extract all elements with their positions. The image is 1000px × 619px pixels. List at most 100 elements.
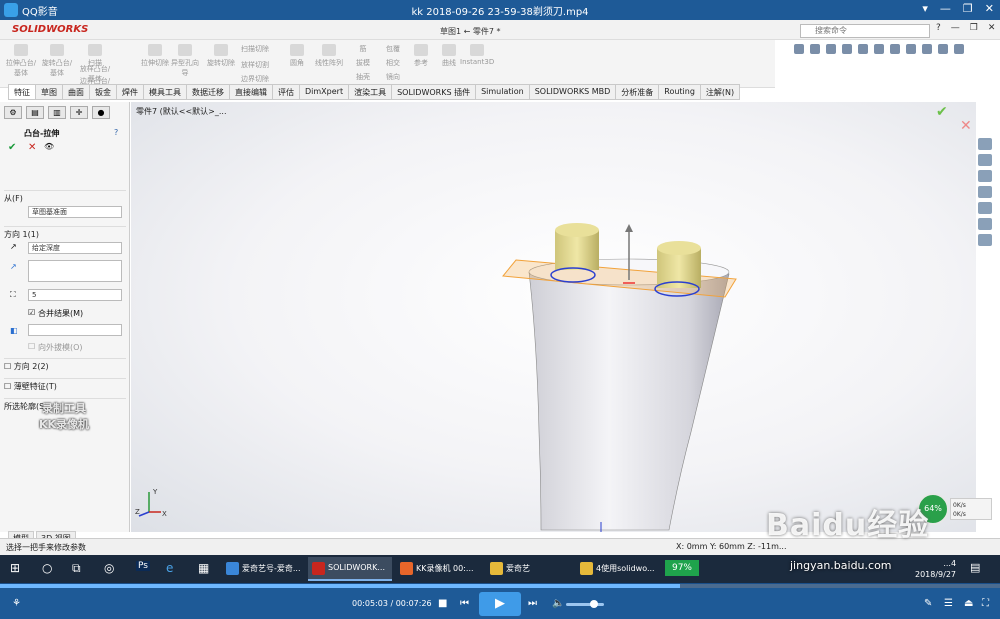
stop-icon[interactable]: ■	[438, 598, 447, 609]
confirm-cancel-icon[interactable]: ✕	[960, 118, 972, 134]
cancel-x-icon[interactable]: ✕	[28, 142, 36, 153]
next-icon[interactable]: ⏭	[528, 598, 537, 609]
taskbar-item-iqiyi-account[interactable]: 爱奇艺号-爱奇...	[222, 557, 304, 581]
volume-slider-knob[interactable]	[590, 600, 598, 608]
player-settings-icon[interactable]: ⚘	[12, 598, 21, 609]
revolve-cut-button[interactable]: 旋转切除	[204, 44, 238, 68]
app-icon-1[interactable]: ◎	[104, 561, 114, 575]
previous-icon[interactable]: ⏮	[460, 598, 469, 609]
direction-vector-field[interactable]	[28, 260, 122, 282]
ok-check-icon[interactable]: ✔	[8, 142, 16, 153]
sw-restore-icon[interactable]: ❐	[970, 23, 978, 33]
mirror-button[interactable]: 镜向	[376, 72, 410, 82]
tab-weldments[interactable]: 焊件	[117, 84, 144, 100]
playlist-icon[interactable]: ☰	[944, 598, 953, 609]
preview-eye-icon[interactable]: 👁	[44, 142, 54, 151]
loft-cut-button[interactable]: 放样切割	[238, 60, 272, 70]
sw-minimize-icon[interactable]: —	[951, 23, 960, 33]
close-icon[interactable]: ✕	[985, 2, 994, 15]
task-view-icon[interactable]: ⧉	[72, 561, 81, 576]
solidworks-logo[interactable]: SOLIDWORKS	[12, 24, 88, 35]
tab-routing[interactable]: Routing	[659, 84, 701, 100]
extrude-cut-button[interactable]: 拉伸切除	[138, 44, 172, 68]
linear-pattern-button[interactable]: 线性阵列	[312, 44, 346, 68]
start-button-icon[interactable]: ⊞	[10, 561, 20, 575]
taskbar-item-folder[interactable]: 4使用solidwo...	[576, 557, 660, 581]
draft-button[interactable]: 拔模	[346, 58, 380, 68]
minimize-icon[interactable]: —	[940, 2, 951, 15]
tab-evaluate[interactable]: 评估	[273, 84, 300, 100]
tab-direct-editing[interactable]: 直接编辑	[230, 84, 273, 100]
calculator-icon[interactable]: ▦	[198, 561, 209, 575]
tab-addins[interactable]: SOLIDWORKS 插件	[392, 84, 477, 100]
dimxpert-icon[interactable]: ✛	[70, 106, 88, 119]
draft-toggle-icon[interactable]: ◧	[10, 326, 18, 335]
tab-features[interactable]: 特征	[8, 84, 36, 100]
sweep-cut-button[interactable]: 扫描切除	[238, 44, 272, 54]
rib-button[interactable]: 筋	[346, 44, 380, 54]
shell-button[interactable]: 抽壳	[346, 72, 380, 82]
thin-feature-section-header[interactable]: ☐ 薄壁特征(T)	[4, 378, 126, 391]
fillet-button[interactable]: 圆角	[280, 44, 314, 68]
menu-icon[interactable]: ▾	[922, 2, 928, 15]
taskbar-item-iqiyi[interactable]: 爱奇艺	[486, 557, 570, 581]
boundary-cut-button[interactable]: 边界切除	[238, 74, 272, 84]
depth-icon: ⛶	[10, 290, 16, 299]
help-icon[interactable]: ?	[936, 23, 941, 33]
battery-indicator[interactable]: 97%	[665, 560, 699, 576]
tab-analysis-prep[interactable]: 分析准备	[616, 84, 660, 100]
ie-icon[interactable]: e	[166, 561, 173, 575]
taskbar-item-kk-recorder[interactable]: KK录像机 00:...	[396, 557, 480, 581]
config-manager-icon[interactable]: ▥	[48, 106, 66, 119]
fullscreen-icon[interactable]: ⛶	[982, 598, 989, 609]
graphics-viewport[interactable]: Y Z X	[131, 102, 976, 537]
tab-annotations[interactable]: 注解(N)	[700, 84, 741, 100]
task-pane-tabs[interactable]	[978, 138, 994, 246]
merge-result-label: 合并结果(M)	[38, 309, 84, 318]
volume-icon[interactable]: 🔈	[552, 598, 564, 609]
revolve-boss-button[interactable]: 旋转凸台/基体	[40, 44, 74, 78]
tab-dimxpert[interactable]: DimXpert	[300, 84, 350, 100]
feature-tree-icon[interactable]: ⚙	[4, 106, 22, 119]
direction2-section-header[interactable]: ☐ 方向 2(2)	[4, 358, 126, 371]
volume-slider[interactable]	[566, 603, 604, 606]
apply-scene-icon	[922, 44, 932, 54]
clock[interactable]: ...4 2018/9/27	[915, 558, 956, 580]
tab-simulation[interactable]: Simulation	[476, 84, 530, 100]
feature-tree-flyout[interactable]: 零件7 (默认<<默认>_...	[136, 106, 227, 117]
draft-outward-checkbox[interactable]: ☐	[28, 342, 35, 351]
extrude-boss-button[interactable]: 拉伸凸台/基体	[4, 44, 38, 78]
tools-icon[interactable]: ✎	[924, 598, 932, 609]
tab-mold-tools[interactable]: 模具工具	[144, 84, 187, 100]
search-icon[interactable]: ○	[42, 561, 52, 575]
instant3d-button[interactable]: Instant3D	[460, 44, 494, 66]
sw-close-icon[interactable]: ✕	[988, 23, 996, 33]
play-button[interactable]: ▶	[479, 592, 521, 616]
merge-result-checkbox[interactable]: ☑	[28, 308, 35, 317]
reverse-direction-icon[interactable]: ↗	[10, 242, 17, 251]
tab-mbd[interactable]: SOLIDWORKS MBD	[529, 84, 617, 100]
search-commands-input[interactable]: 搜索命令	[800, 24, 930, 38]
confirm-check-icon[interactable]: ✔	[936, 104, 948, 120]
notification-icon[interactable]: ▤	[970, 561, 980, 574]
tab-surfaces[interactable]: 曲面	[63, 84, 90, 100]
pm-help-icon[interactable]: ?	[114, 128, 118, 137]
property-manager-icon[interactable]: ▤	[26, 106, 44, 119]
from-section-header[interactable]: 从(F)	[4, 190, 126, 203]
hole-wizard-button[interactable]: 异型孔向导	[168, 44, 202, 78]
from-select[interactable]: 草图基准面	[28, 206, 122, 218]
display-manager-icon[interactable]: ●	[92, 106, 110, 119]
maximize-icon[interactable]: ❐	[963, 2, 973, 15]
end-condition-select[interactable]: 给定深度	[28, 242, 122, 254]
tab-sketch[interactable]: 草图	[36, 84, 63, 100]
photoshop-icon[interactable]: Ps	[136, 561, 150, 571]
tab-sheet-metal[interactable]: 钣金	[90, 84, 117, 100]
direction1-section-header[interactable]: 方向 1(1)	[4, 226, 126, 239]
tab-data-migration[interactable]: 数据迁移	[187, 84, 230, 100]
eject-icon[interactable]: ⏏	[964, 598, 973, 609]
view-heads-up-toolbar[interactable]	[790, 42, 995, 58]
tab-render-tools[interactable]: 渲染工具	[349, 84, 393, 100]
depth-input[interactable]: 5	[28, 289, 122, 301]
taskbar-item-solidworks[interactable]: SOLIDWORK...	[308, 557, 392, 581]
draft-angle-input[interactable]	[28, 324, 122, 336]
